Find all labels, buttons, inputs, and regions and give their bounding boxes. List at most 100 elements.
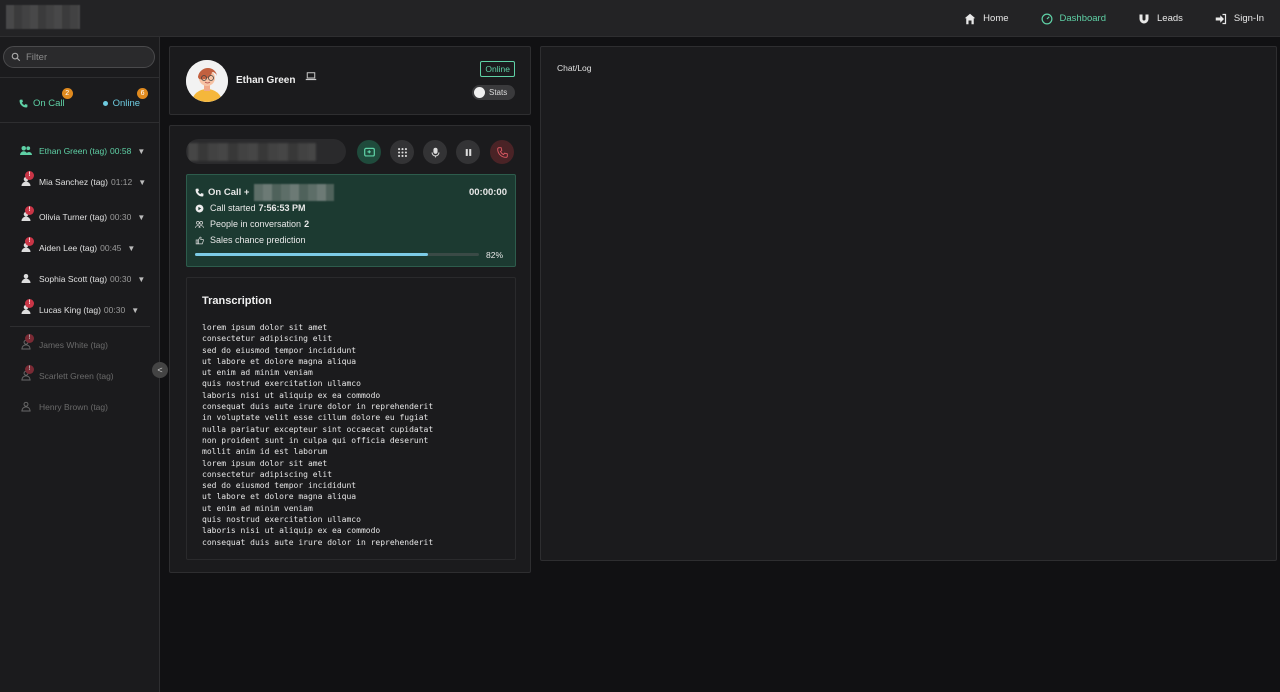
contact-name: Scarlett Green (tag) (39, 371, 114, 381)
profile-card: Ethan Green Online Stats (169, 46, 531, 115)
transcription-panel: Transcription lorem ipsum dolor sit amet… (186, 277, 516, 560)
nav-home[interactable]: Home (964, 13, 1009, 25)
user-outline-icon: ! (20, 334, 34, 351)
on-call-filter[interactable]: On Call 2 (19, 87, 73, 109)
chevron-left-icon: < (157, 365, 163, 375)
call-status-panel: On Call + 00:00:00 Call started 7:56:53 … (186, 174, 516, 267)
online-filter[interactable]: Online 6 (102, 87, 149, 109)
contact-time: 00:58 (110, 146, 132, 156)
phone-icon (195, 188, 204, 197)
alert-badge: ! (25, 206, 34, 215)
user-icon: ! (20, 299, 34, 316)
nav-dashboard[interactable]: Dashboard (1041, 13, 1106, 25)
status-badge: Online (480, 61, 515, 77)
user-icon: ! (20, 237, 34, 254)
prediction-progress-bar (195, 253, 479, 256)
online-count-badge: 6 (137, 87, 149, 99)
stats-toggle[interactable]: Stats (472, 85, 515, 100)
on-call-label: On Call (32, 97, 65, 109)
alert-badge: ! (25, 299, 34, 308)
chevron-down-icon[interactable]: ▼ (127, 244, 135, 253)
contact-item[interactable]: ! Mia Sanchez (tag) 01:12 ▼ (20, 171, 146, 188)
search-icon (11, 52, 21, 62)
dashboard-icon (1041, 13, 1052, 24)
call-transfer-icon (363, 147, 375, 157)
chevron-down-icon[interactable]: ▼ (137, 147, 145, 156)
alert-badge: ! (25, 365, 34, 374)
user-icon: ! (20, 171, 34, 188)
phone-number-input[interactable] (186, 139, 346, 164)
users-icon (20, 145, 34, 157)
nav-sign-in[interactable]: Sign-In (1215, 13, 1264, 25)
contacts-sidebar: On Call 2 Online 6 Ethan Green (tag) 00:… (0, 37, 160, 692)
people-row: People in conversation 2 (195, 219, 309, 229)
transcription-text: lorem ipsum dolor sit amet consectetur a… (202, 323, 434, 547)
collapse-sidebar-button[interactable]: < (152, 362, 168, 378)
contact-name: Sophia Scott (tag) (39, 274, 108, 284)
nav-dashboard-label: Dashboard (1059, 13, 1106, 24)
call-started-row: Call started 7:56:53 PM (195, 203, 306, 213)
user-outline-icon (20, 401, 34, 413)
pause-icon (465, 148, 471, 156)
redacted-number (188, 143, 316, 161)
thumbs-up-icon (195, 236, 204, 244)
call-started-time: 7:56:53 PM (258, 203, 306, 213)
divider (0, 122, 159, 123)
contact-name: Ethan Green (tag) (39, 146, 108, 156)
chevron-down-icon[interactable]: ▼ (137, 275, 145, 284)
nav-home-label: Home (983, 13, 1009, 24)
contact-name: Olivia Turner (tag) (39, 212, 108, 222)
play-circle-icon (195, 204, 204, 212)
nav-leads[interactable]: Leads (1138, 13, 1183, 25)
contact-time: 00:30 (103, 305, 126, 315)
mute-button[interactable] (423, 140, 447, 164)
transfer-button[interactable] (357, 140, 381, 164)
nav-leads-label: Leads (1157, 13, 1183, 24)
contact-item[interactable]: ! Olivia Turner (tag) 00:30 ▼ (20, 206, 145, 223)
contact-name: Henry Brown (tag) (39, 402, 108, 412)
divider (0, 77, 159, 78)
chevron-down-icon[interactable]: ▼ (138, 178, 146, 187)
stats-label: Stats (489, 88, 508, 97)
people-label: People in conversation (210, 219, 302, 229)
phone-icon (496, 146, 508, 158)
people-count: 2 (304, 219, 310, 229)
divider (10, 326, 150, 327)
alert-badge: ! (25, 334, 34, 343)
online-dot-icon (102, 100, 108, 106)
call-timer: 00:00:00 (468, 187, 507, 198)
contact-time: 00:30 (110, 212, 132, 222)
app-logo[interactable] (6, 5, 80, 29)
prediction-row: Sales chance prediction (195, 235, 306, 245)
contact-item[interactable]: ! Lucas King (tag) 00:30 ▼ (20, 299, 139, 316)
chat-log-title: Chat/Log (557, 63, 592, 73)
contact-item[interactable]: Ethan Green (tag) 00:58 ▼ (20, 145, 145, 157)
chevron-down-icon[interactable]: ▼ (131, 306, 139, 315)
transcription-title: Transcription (202, 295, 272, 307)
prediction-percent: 82% (485, 250, 503, 260)
keypad-button[interactable] (390, 140, 414, 164)
filter-box[interactable] (3, 46, 155, 68)
call-title: On Call + (195, 184, 335, 201)
sign-in-icon (1215, 13, 1226, 24)
contact-item[interactable]: Henry Brown (tag) (20, 401, 108, 413)
keypad-icon (397, 147, 407, 157)
filter-input[interactable] (26, 51, 146, 63)
user-icon (20, 273, 34, 285)
chevron-down-icon[interactable]: ▼ (137, 213, 145, 222)
alert-badge: ! (25, 171, 34, 180)
call-status-label: On Call + (208, 187, 250, 198)
alert-badge: ! (25, 237, 34, 246)
call-panel: On Call + 00:00:00 Call started 7:56:53 … (169, 125, 531, 573)
chat-log-panel: Chat/Log (540, 46, 1277, 561)
hang-up-button[interactable] (490, 140, 514, 164)
prediction-progress-fill (195, 253, 428, 256)
contact-item[interactable]: ! James White (tag) (20, 334, 108, 351)
hold-button[interactable] (456, 140, 480, 164)
contact-time: 00:45 (100, 243, 122, 253)
user-icon: ! (20, 206, 34, 223)
contact-time: 00:30 (110, 274, 132, 284)
contact-item[interactable]: ! Aiden Lee (tag) 00:45 ▼ (20, 237, 135, 254)
contact-item[interactable]: Sophia Scott (tag) 00:30 ▼ (20, 273, 145, 285)
contact-item[interactable]: ! Scarlett Green (tag) (20, 365, 114, 382)
